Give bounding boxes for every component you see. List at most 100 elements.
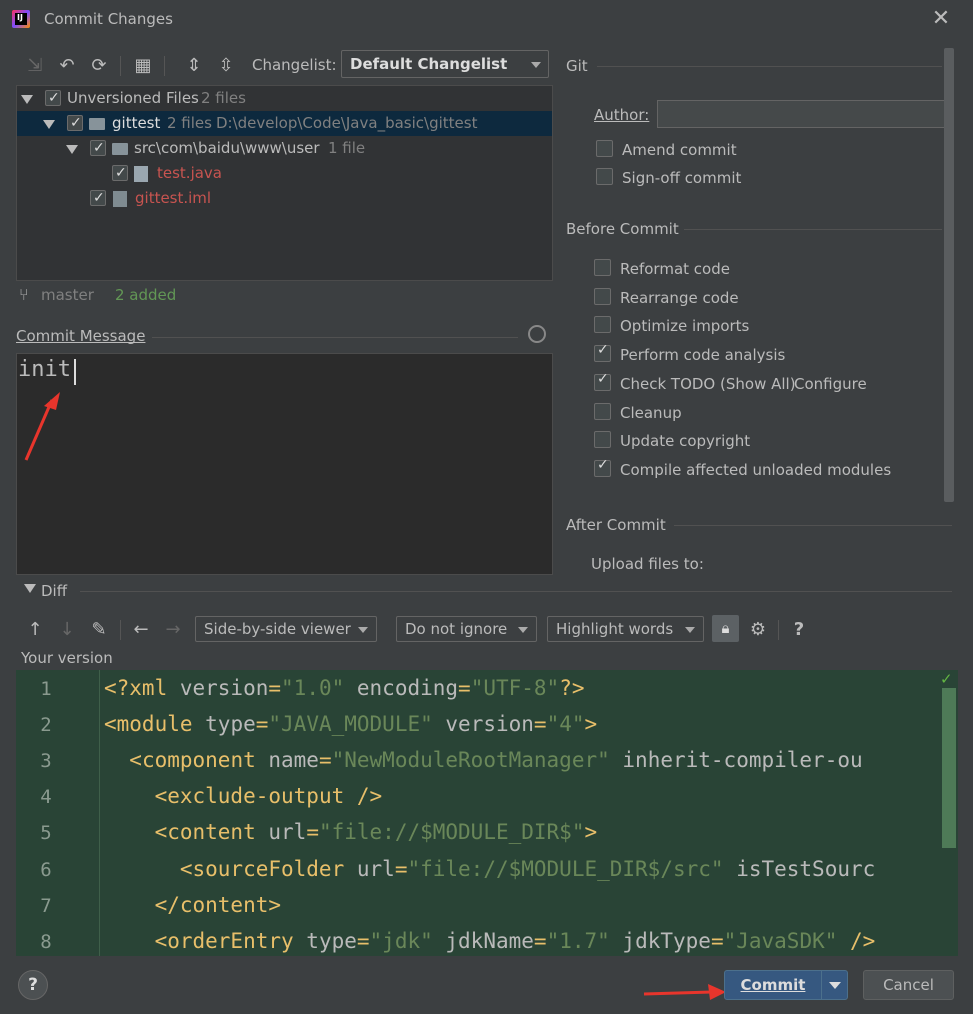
tree-row-module[interactable]: gittest 2 files D:\develop\Code\Java_bas… [17,111,552,136]
code-line: <?xml version="1.0" encoding="UTF-8"?> [104,676,585,700]
lock-icon[interactable]: 🔒︎ [712,615,739,642]
author-input[interactable] [657,100,950,128]
amend-commit-checkbox[interactable] [596,140,613,157]
tree-row-file[interactable]: test.java [17,161,552,186]
changes-tree[interactable]: Unversioned Files 2 files gittest 2 file… [16,85,553,281]
help-button[interactable]: ? [18,970,48,1000]
chevron-down-icon [531,62,541,68]
before-commit-label: Perform code analysis [620,346,786,364]
before-commit-checkbox[interactable] [594,457,611,477]
rollback-icon[interactable]: ↶ [56,54,78,76]
before-commit-checkbox[interactable] [594,403,611,420]
checkbox-file[interactable] [90,186,106,211]
text-caret [74,359,76,385]
viewer-value: Side-by-side viewer [204,620,351,638]
arrow-down-icon[interactable]: ↓ [56,618,78,640]
expand-arrow-icon[interactable] [66,145,78,154]
folder-icon [112,143,128,155]
window-title: Commit Changes [44,10,173,28]
arrow-up-icon[interactable]: ↑ [24,618,46,640]
toolbar-separator [120,620,121,640]
before-commit-checkbox[interactable] [594,316,611,333]
before-commit-checkbox[interactable] [594,431,611,448]
tree-count: 1 file [328,139,366,157]
line-number: 2 [40,714,52,736]
checkbox-file[interactable] [112,161,128,186]
tree-label: Unversioned Files [67,89,199,107]
options-scrollbar[interactable] [944,48,954,502]
close-icon[interactable]: ✕ [930,8,952,30]
group-by-icon[interactable]: ▦ [132,54,154,76]
changelist-label: Changelist: [252,56,337,74]
before-commit-checkbox[interactable] [594,259,611,276]
checkbox-module[interactable] [67,111,83,136]
code-line: </content> [154,893,282,917]
expand-arrow-icon[interactable] [43,120,55,129]
editor-scrollbar[interactable] [942,688,956,848]
section-divider [152,337,518,338]
tree-row-folder[interactable]: src\com\baidu\www\user 1 file [17,136,552,161]
signoff-commit-checkbox[interactable] [596,168,613,185]
before-commit-checkbox[interactable] [594,288,611,305]
tree-label: src\com\baidu\www\user [134,139,320,157]
help-icon[interactable]: ? [788,618,810,640]
author-label: Author: [594,106,650,124]
commit-message-text: init [18,357,71,382]
amend-commit-label: Amend commit [622,141,737,159]
checkbox-unversioned[interactable] [45,86,61,111]
before-commit-label: Rearrange code [620,289,739,307]
diff-editor[interactable]: 1 2 3 4 5 6 7 8 <?xml version="1.0" encoding="U… [16,670,958,956]
code-line: <sourceFolder url="file://$MODULE_DIR$/s… [179,857,876,881]
before-commit-checkbox[interactable] [594,342,611,362]
expand-all-icon[interactable]: ⇕ [183,54,205,76]
code-line: <orderEntry type="jdk" jdkName="1.7" jdk… [154,929,876,953]
diff-collapse-arrow-icon[interactable] [24,584,36,593]
before-commit-title: Before Commit [566,220,679,238]
code-line: <exclude-output /> [154,784,383,808]
before-commit-label: Compile affected unloaded modules [620,461,892,479]
arrow-right-icon[interactable]: → [162,618,184,640]
edit-pencil-icon[interactable]: ✎ [88,618,110,640]
highlight-dropdown[interactable]: Highlight words [547,616,704,642]
move-icon[interactable]: ⇲ [24,54,46,76]
toolbar-separator [778,620,779,640]
before-commit-checkbox[interactable] [594,371,611,391]
chevron-down-icon[interactable] [829,982,841,989]
line-number: 8 [40,931,52,953]
toolbar-separator [120,56,121,76]
tree-count: 2 files [201,89,246,107]
line-number: 4 [40,786,52,808]
after-commit-title: After Commit [566,516,666,534]
tree-row-file[interactable]: gittest.iml [17,186,552,211]
arrow-left-icon[interactable]: ← [130,618,152,640]
tree-row-unversioned[interactable]: Unversioned Files 2 files [17,86,552,111]
before-commit-label: Cleanup [620,404,682,422]
configure-link[interactable]: Configure [794,375,867,393]
commit-message-input[interactable] [16,353,553,575]
viewer-dropdown[interactable]: Side-by-side viewer [195,616,377,642]
module-folder-icon [89,118,105,130]
cancel-button[interactable]: Cancel [863,970,954,1000]
before-commit-label: Check TODO (Show All) [620,375,796,393]
chevron-down-icon [518,627,528,633]
tree-label: gittest [112,114,161,132]
commit-button[interactable]: Commit [724,970,848,1000]
line-number: 1 [40,678,52,700]
check-ok-icon: ✓ [940,670,953,688]
changelist-dropdown[interactable]: Default Changelist [341,50,549,78]
your-version-label: Your version [21,649,113,667]
checkbox-folder[interactable] [90,136,106,161]
code-line: <module type="JAVA_MODULE" version="4"> [104,712,598,736]
intellij-app-icon: IJ [12,10,30,28]
gear-icon[interactable]: ⚙ [747,618,769,640]
java-file-icon [134,166,148,182]
ignore-dropdown[interactable]: Do not ignore [396,616,537,642]
ignore-value: Do not ignore [405,620,508,638]
commit-button-label: Commit [740,976,806,994]
history-clock-icon[interactable] [528,325,546,343]
refresh-icon[interactable]: ⟳ [88,54,110,76]
code-line: <component name="NewModuleRootManager" i… [129,748,863,772]
collapse-all-icon[interactable]: ⇳ [215,54,237,76]
before-commit-label: Reformat code [620,260,730,278]
expand-arrow-icon[interactable] [21,95,33,104]
